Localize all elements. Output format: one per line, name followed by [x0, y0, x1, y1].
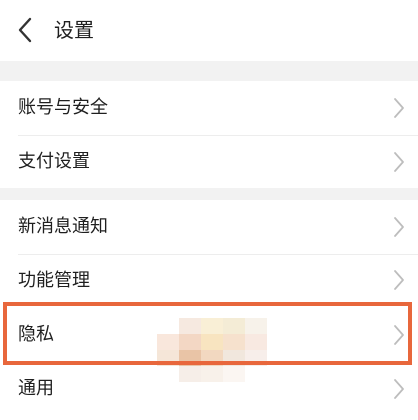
header-bar: 设置 — [0, 0, 418, 61]
chevron-left-icon — [18, 17, 32, 43]
settings-item-general[interactable]: 通用 — [0, 362, 418, 420]
settings-item-payment[interactable]: 支付设置 — [0, 136, 418, 188]
settings-item-label: 新消息通知 — [18, 216, 108, 237]
settings-item-label: 隐私 — [18, 324, 54, 345]
settings-item-notifications[interactable]: 新消息通知 — [0, 200, 418, 254]
settings-item-label: 通用 — [18, 378, 54, 399]
settings-item-label: 功能管理 — [18, 270, 90, 291]
section-gap — [0, 188, 418, 200]
section-gap — [0, 61, 418, 81]
chevron-right-icon — [392, 269, 406, 291]
settings-item-label: 支付设置 — [18, 151, 90, 172]
chevron-right-icon — [392, 97, 406, 119]
chevron-right-icon — [392, 378, 406, 400]
settings-item-feature-management[interactable]: 功能管理 — [0, 255, 418, 306]
chevron-right-icon — [392, 151, 406, 173]
settings-page: 设置 账号与安全 支付设置 新消息通知 功能管理 隐私 通用 — [0, 0, 418, 420]
settings-item-privacy[interactable]: 隐私 — [0, 306, 418, 362]
page-title: 设置 — [54, 18, 94, 42]
chevron-right-icon — [392, 216, 406, 238]
back-button[interactable] — [10, 14, 42, 46]
chevron-right-icon — [392, 324, 406, 346]
settings-item-account-security[interactable]: 账号与安全 — [0, 81, 418, 135]
settings-item-label: 账号与安全 — [18, 97, 108, 118]
